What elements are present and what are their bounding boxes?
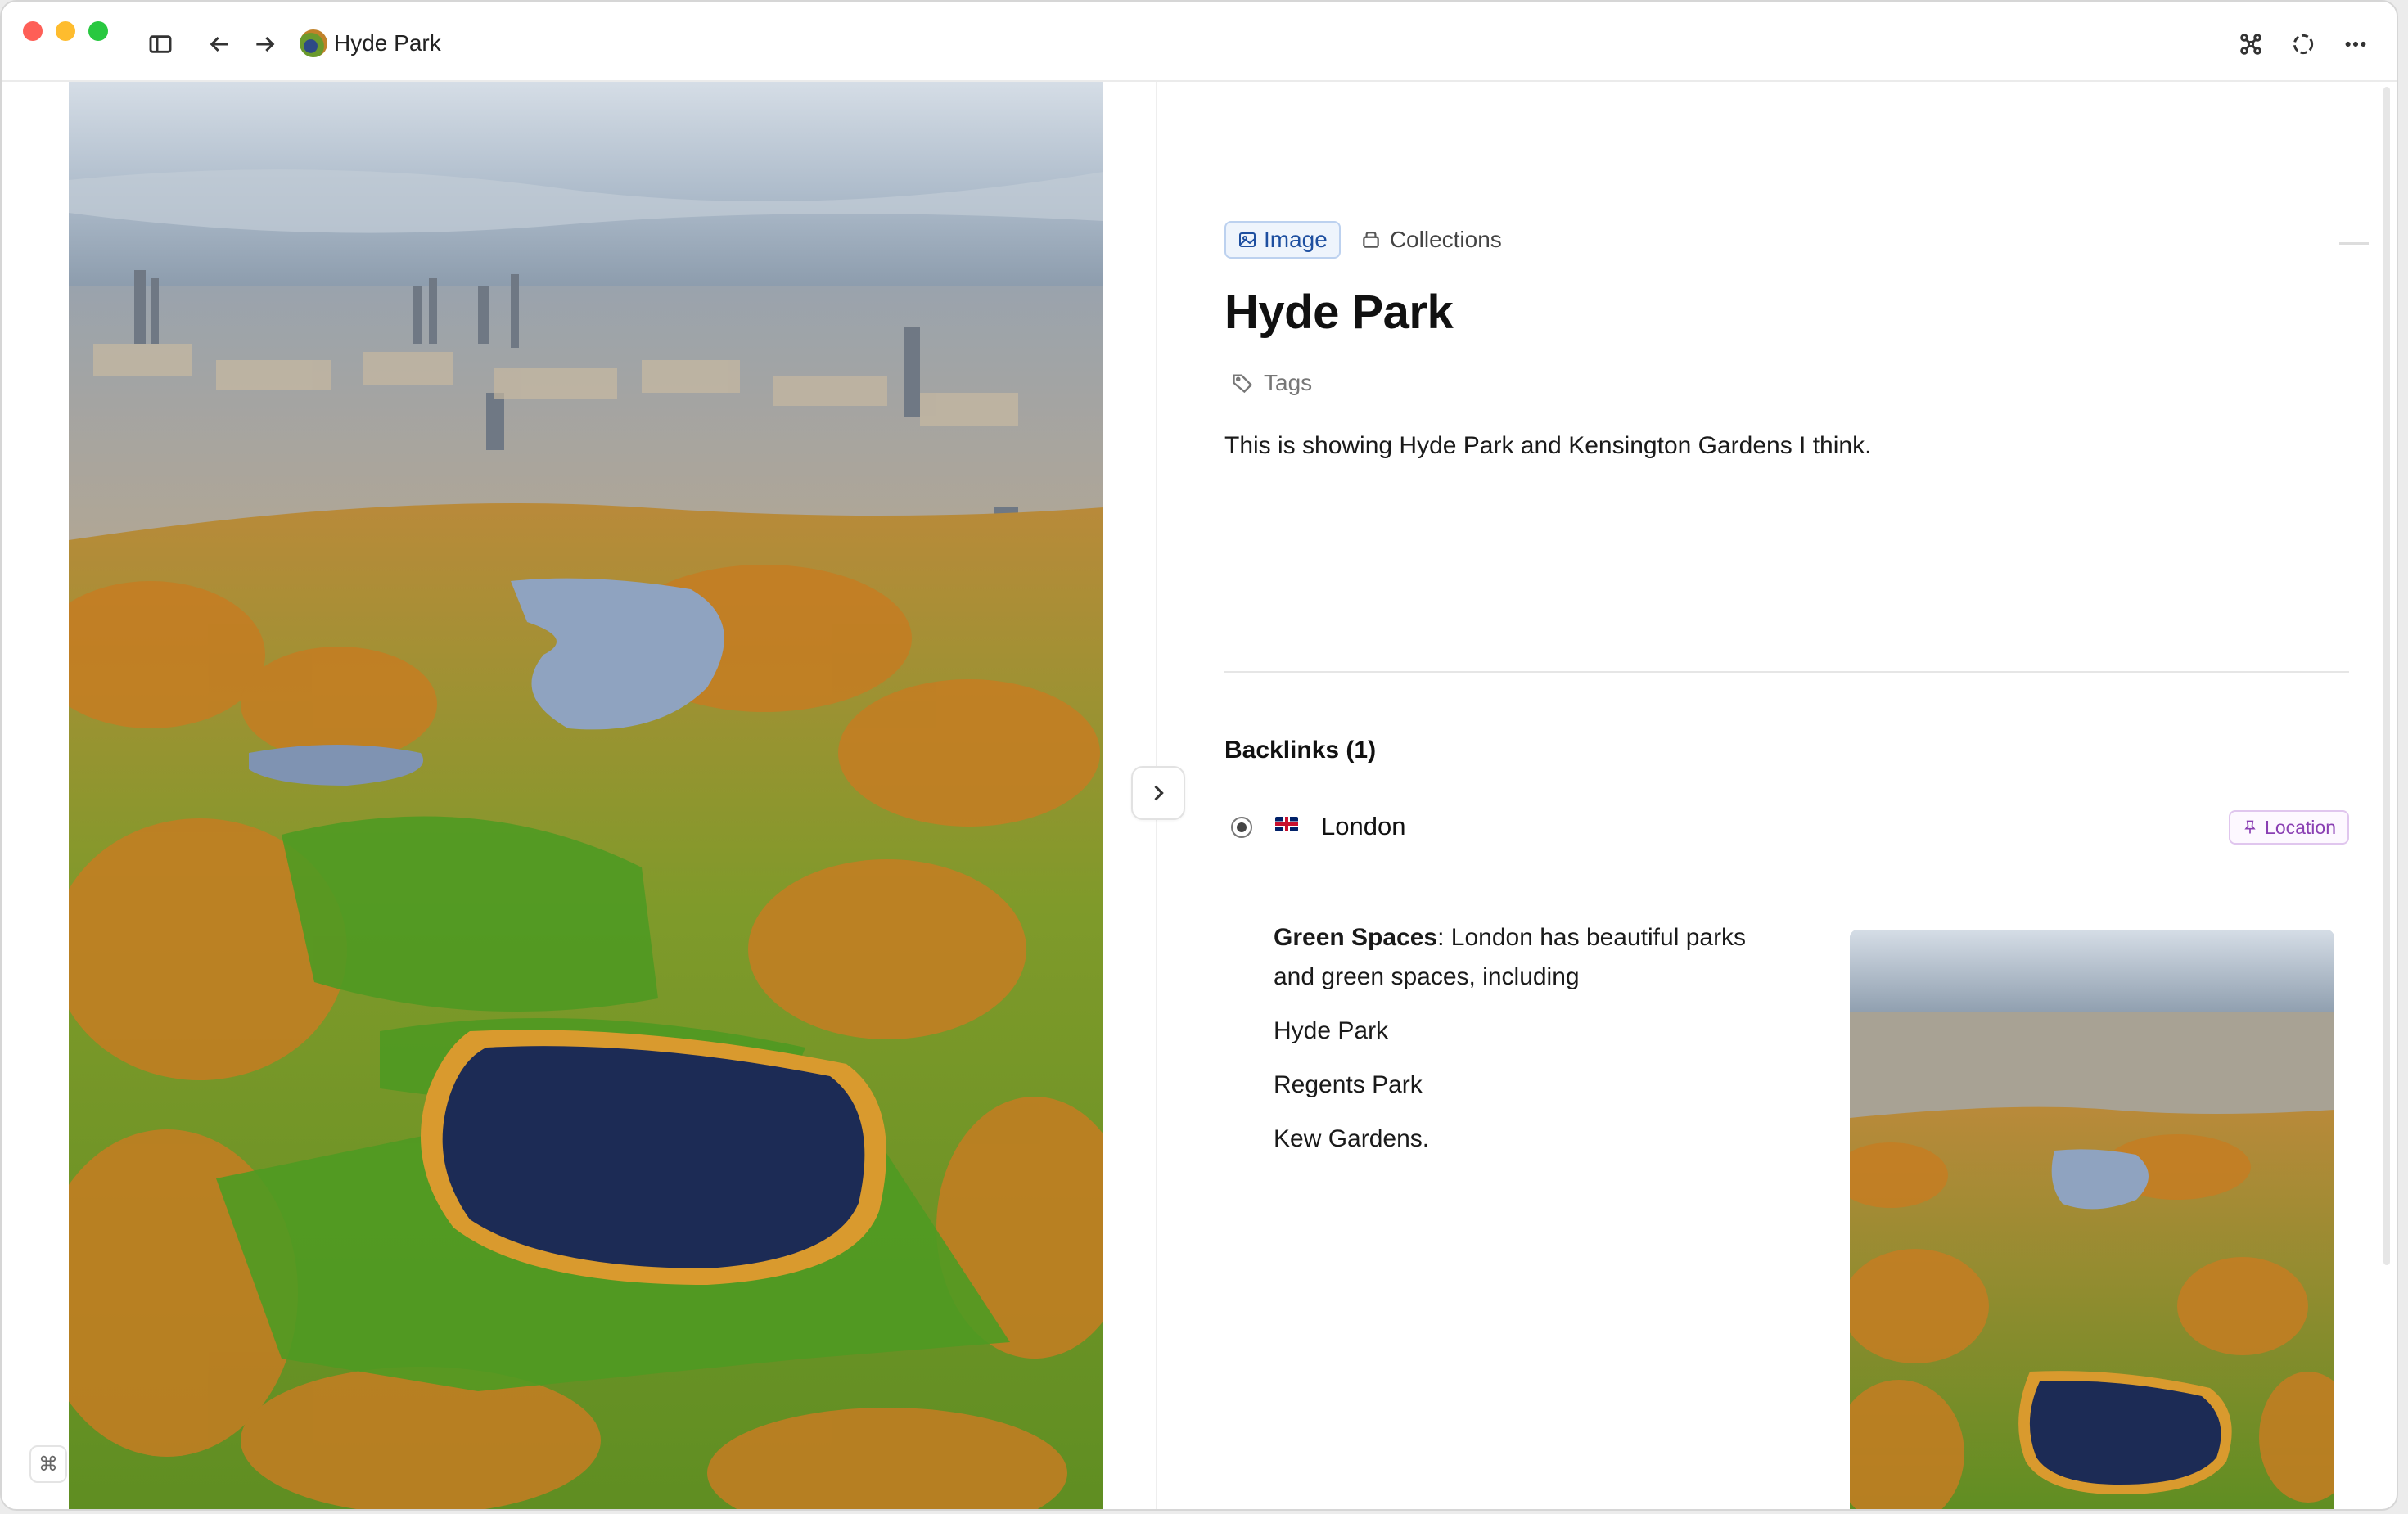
- chevron-right-icon: [1154, 785, 1164, 801]
- backlink-title[interactable]: London: [1321, 812, 1405, 841]
- uk-flag-icon: [1275, 817, 1298, 831]
- breadcrumb[interactable]: Hyde Park: [300, 29, 441, 57]
- close-window-button[interactable]: [23, 21, 43, 41]
- sidebar-toggle-icon[interactable]: [146, 29, 175, 59]
- breadcrumb-title: Hyde Park: [334, 30, 441, 56]
- location-badge-label: Location: [2265, 816, 2336, 838]
- snippet-list-item: Hyde Park: [1274, 1017, 1389, 1044]
- sync-icon[interactable]: [2289, 29, 2318, 59]
- backlink-snippet: Green Spaces: London has beautiful parks…: [1274, 918, 1765, 1159]
- hero-image: [69, 82, 1103, 1509]
- forward-arrow-icon[interactable]: [250, 29, 280, 59]
- backlink-image[interactable]: [1850, 930, 2334, 1509]
- back-arrow-icon[interactable]: [205, 29, 234, 59]
- backlink-row[interactable]: London Location: [1231, 809, 2349, 846]
- graph-icon[interactable]: [2236, 29, 2266, 59]
- snippet-paragraph: Green Spaces: London has beautiful parks…: [1274, 918, 1765, 997]
- expand-panel-button[interactable]: [1131, 766, 1185, 820]
- zoom-window-button[interactable]: [88, 21, 108, 41]
- type-chip-image[interactable]: Image: [1224, 221, 1341, 259]
- title-bar: Hyde Park: [2, 2, 2397, 82]
- note-type-row: Image Collections: [1224, 221, 1502, 259]
- note-body[interactable]: This is showing Hyde Park and Kensington…: [1224, 432, 1871, 460]
- more-icon[interactable]: [2341, 29, 2370, 59]
- breadcrumb-thumbnail: [300, 29, 327, 57]
- backlink-toggle-icon[interactable]: [1231, 817, 1252, 838]
- page-title[interactable]: Hyde Park: [1224, 285, 1454, 340]
- window-controls: [23, 21, 108, 41]
- backlinks-heading: Backlinks (1): [1224, 737, 1377, 764]
- note-content: Image Collections Hyde Park Tags This is…: [1224, 82, 2369, 1509]
- image-icon: [1239, 232, 1256, 247]
- tag-icon: [1233, 374, 1253, 394]
- snippet-list-item: Regents Park: [1274, 1071, 1423, 1098]
- location-badge[interactable]: Location: [2229, 810, 2349, 845]
- snippet-list-item: Kew Gardens.: [1274, 1125, 1430, 1152]
- tags-label: Tags: [1264, 370, 1313, 395]
- pin-icon: [2244, 820, 2256, 834]
- collections-label: Collections: [1389, 227, 1502, 252]
- type-chip-label: Image: [1264, 227, 1328, 252]
- panel-handle[interactable]: [2339, 242, 2369, 245]
- collections-icon: [1363, 232, 1379, 248]
- app-window: Hyde Park Image Collections Hyde Park Ta…: [0, 0, 2398, 1511]
- snippet-bold: Green Spaces: [1274, 924, 1438, 951]
- collections-button[interactable]: Collections: [1360, 227, 1502, 253]
- tags-button[interactable]: Tags: [1231, 370, 1312, 396]
- scrollbar[interactable]: [2383, 87, 2390, 1265]
- command-palette-button[interactable]: ⌘: [29, 1445, 67, 1483]
- minimize-window-button[interactable]: [56, 21, 75, 41]
- section-divider: [1224, 671, 2349, 673]
